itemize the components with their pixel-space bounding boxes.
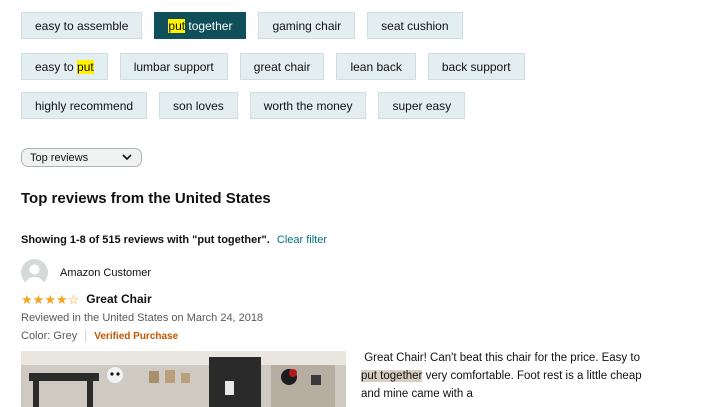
chip-back-support[interactable]: back support [427,53,525,80]
clear-filter-link[interactable]: Clear filter [277,234,327,246]
chip-lumbar-support[interactable]: lumbar support [119,53,228,80]
chip-son-loves[interactable]: son loves [159,92,238,119]
reviewer-profile[interactable]: Amazon Customer [21,259,151,286]
star-filled-icon: ★ [21,291,33,307]
review-keyword-row-3: highly recommend son loves worth the mon… [21,92,466,119]
review-variant: Color: Grey Verified Purchase [21,330,178,342]
chip-easy-to-assemble[interactable]: easy to assemble [21,12,143,39]
showing-text: Showing 1-8 of 515 reviews with "put tog… [21,234,270,246]
highlighted-phrase: put together [361,370,423,382]
review-photo-graphic [21,351,346,407]
sort-reviews-dropdown[interactable]: Top reviews [21,148,142,167]
sort-selected-label: Top reviews [30,151,89,164]
filter-summary: Showing 1-8 of 515 reviews with "put tog… [21,234,327,246]
avatar [21,259,48,286]
chip-worth-the-money[interactable]: worth the money [249,92,367,119]
default-user-icon [25,264,44,286]
review-title[interactable]: Great Chair [86,292,151,306]
star-filled-icon: ★ [32,291,45,307]
chip-lean-back[interactable]: lean back [336,53,416,80]
reviewer-name: Amazon Customer [60,266,152,279]
chip-put-together[interactable]: put together [154,12,247,39]
chip-seat-cushion[interactable]: seat cushion [367,12,463,39]
review-keyword-row-1: easy to assemble put together gaming cha… [21,12,463,39]
chip-gaming-chair[interactable]: gaming chair [258,12,356,39]
section-title: Top reviews from the United States [21,190,271,207]
chevron-down-icon [122,154,132,161]
chip-super-easy[interactable]: super easy [378,92,466,119]
star-empty-icon: ☆ [67,291,80,307]
star-rating[interactable]: ★ ★ ★ ★ ☆ [21,293,79,306]
divider [85,330,87,342]
verified-purchase-badge: Verified Purchase [94,330,179,342]
variant-color: Color: Grey [21,330,78,342]
chip-highly-recommend[interactable]: highly recommend [21,92,148,119]
chip-easy-to-put[interactable]: easy to put [21,53,108,80]
review-body: Great Chair! Can't beat this chair for t… [361,352,645,400]
chip-great-chair[interactable]: great chair [239,53,325,80]
star-filled-icon: ★ [44,291,56,307]
star-filled-icon: ★ [55,291,68,307]
review-rating-line: ★ ★ ★ ★ ☆ Great Chair [21,292,152,306]
review-photo[interactable] [21,351,346,407]
review-date: Reviewed in the United States on March 2… [21,312,264,324]
review-keyword-row-2: easy to put lumbar support great chair l… [21,53,525,80]
